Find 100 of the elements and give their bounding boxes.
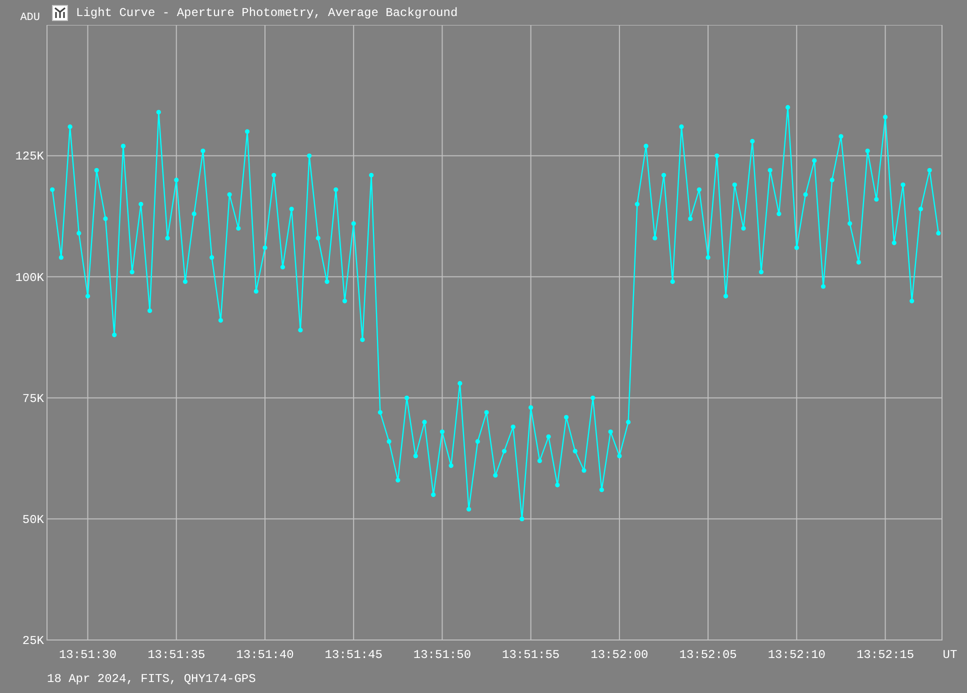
data-point	[644, 144, 648, 148]
data-point	[537, 458, 542, 464]
window-title: Light Curve - Aperture Photometry, Average Background	[76, 6, 458, 20]
data-point	[386, 439, 392, 444]
data-point	[812, 158, 817, 163]
y-axis-label: ADU	[19, 12, 40, 24]
data-point	[510, 424, 516, 430]
data-point	[192, 212, 196, 216]
data-point	[148, 308, 152, 313]
data-point	[927, 168, 932, 173]
data-point	[280, 264, 286, 270]
data-point	[599, 488, 604, 492]
data-point	[706, 255, 710, 260]
data-point	[838, 134, 844, 139]
data-point	[210, 255, 214, 260]
x-tick-label: 13:52:00	[590, 648, 648, 662]
data-point	[520, 516, 524, 522]
data-point	[776, 212, 782, 216]
x-tick-label: 13:52:05	[679, 648, 737, 662]
x-tick-label: 13:51:30	[58, 648, 117, 662]
data-point	[130, 270, 134, 274]
data-point	[103, 216, 108, 221]
data-point	[555, 482, 560, 488]
data-point	[404, 396, 410, 400]
data-point	[236, 226, 241, 231]
data-point	[360, 337, 365, 342]
data-point	[413, 454, 418, 458]
data-point	[723, 294, 728, 298]
y-tick-label: 50K	[22, 512, 44, 527]
data-point	[848, 221, 852, 226]
data-point	[572, 448, 578, 454]
data-point	[634, 202, 640, 206]
data-point	[741, 226, 746, 231]
data-point	[528, 405, 534, 410]
data-point	[244, 129, 250, 134]
data-point	[502, 448, 507, 454]
data-point	[448, 463, 454, 468]
data-point	[76, 230, 82, 236]
data-point	[626, 420, 631, 424]
data-point	[892, 240, 896, 246]
data-point	[262, 245, 268, 250]
x-axis-label: UT	[942, 648, 958, 662]
data-point	[910, 298, 914, 304]
data-point	[882, 114, 888, 120]
data-point	[58, 255, 64, 260]
data-point	[758, 270, 764, 274]
x-tick-label: 13:51:50	[413, 648, 472, 662]
data-point	[696, 187, 702, 192]
data-point	[670, 279, 675, 284]
data-point	[272, 172, 276, 178]
data-point	[440, 429, 445, 434]
data-point	[378, 410, 382, 415]
data-point	[218, 318, 223, 323]
data-point	[50, 187, 55, 192]
data-point	[679, 124, 684, 129]
data-point	[342, 298, 348, 304]
data-point	[803, 192, 808, 197]
data-point	[661, 172, 666, 178]
observation-info: 18 Apr 2024, FITS, QHY174-GPS	[47, 672, 256, 686]
y-tick-label: 75K	[22, 392, 44, 406]
data-point	[458, 381, 462, 386]
data-point	[316, 236, 320, 240]
data-point	[422, 420, 427, 424]
data-point	[820, 284, 826, 289]
data-point	[564, 414, 569, 420]
data-point	[307, 153, 312, 158]
data-point	[68, 124, 72, 129]
y-tick-label: 100K	[15, 270, 44, 285]
data-point	[120, 144, 126, 148]
data-point	[918, 206, 924, 212]
data-point	[475, 439, 480, 444]
data-point	[856, 260, 861, 265]
data-point	[786, 105, 790, 110]
data-point	[112, 332, 117, 338]
data-point	[688, 216, 693, 221]
data-point	[732, 182, 737, 188]
data-point	[200, 148, 206, 154]
data-point	[794, 245, 799, 250]
x-tick-label: 13:51:35	[148, 648, 206, 662]
data-point	[874, 197, 879, 202]
x-tick-label: 13:52:10	[768, 648, 826, 662]
data-point	[351, 221, 356, 226]
data-point	[369, 172, 374, 178]
data-point	[582, 468, 586, 473]
data-point	[617, 454, 622, 458]
data-point	[608, 429, 613, 434]
data-point	[484, 410, 489, 415]
data-point	[546, 434, 551, 439]
data-point	[182, 279, 188, 284]
data-point	[936, 230, 941, 236]
data-point	[865, 148, 870, 154]
data-point	[714, 153, 720, 158]
data-point	[652, 236, 658, 240]
data-point	[334, 187, 338, 192]
data-point	[289, 206, 294, 212]
data-point	[174, 178, 179, 182]
data-point	[750, 138, 755, 144]
y-tick-label: 125K	[15, 150, 44, 164]
data-point	[298, 328, 303, 332]
x-tick-label: 13:52:15	[856, 648, 914, 662]
